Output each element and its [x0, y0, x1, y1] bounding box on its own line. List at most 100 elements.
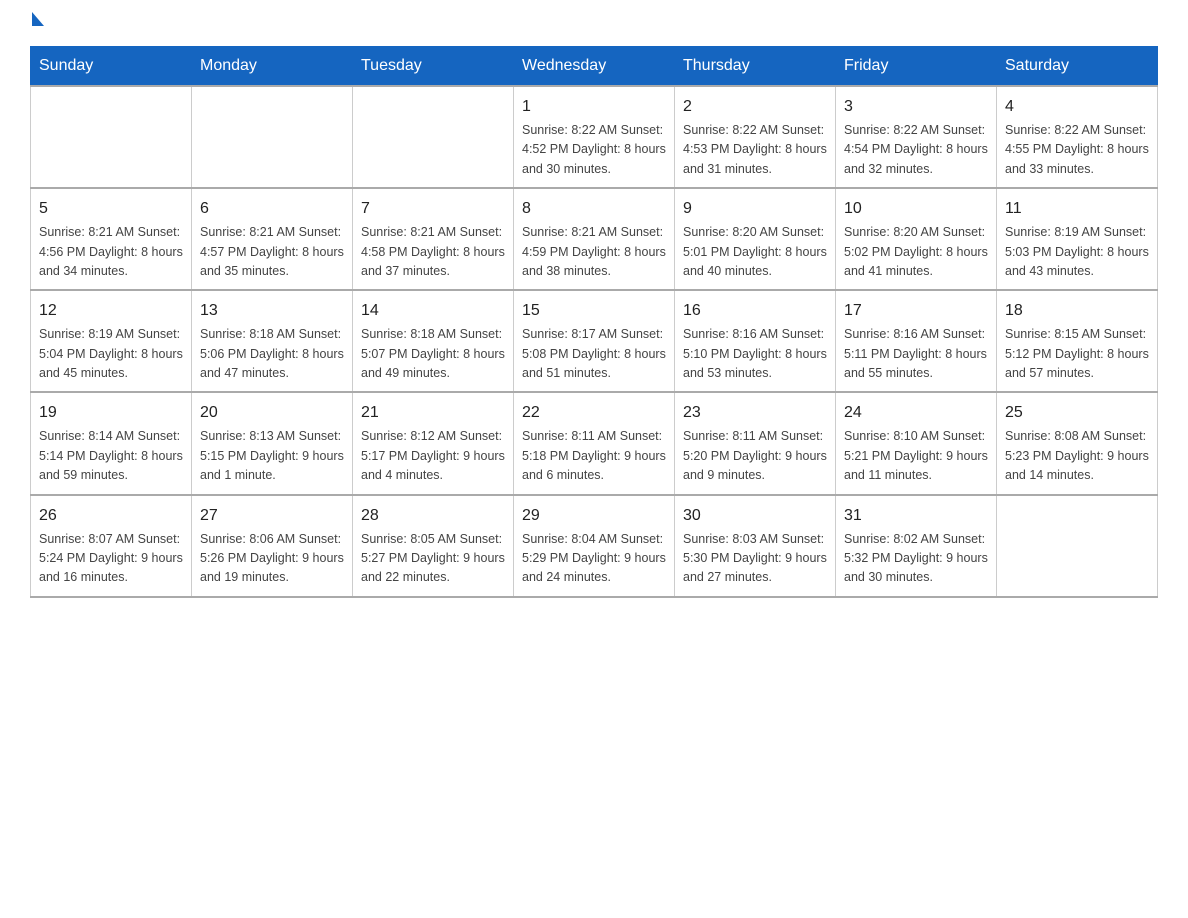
calendar-cell	[31, 86, 192, 188]
calendar-cell	[192, 86, 353, 188]
calendar-header-tuesday: Tuesday	[353, 47, 514, 87]
day-number: 4	[1005, 95, 1149, 119]
day-info: Sunrise: 8:18 AM Sunset: 5:07 PM Dayligh…	[361, 325, 505, 383]
day-info: Sunrise: 8:21 AM Sunset: 4:59 PM Dayligh…	[522, 223, 666, 281]
day-number: 30	[683, 504, 827, 528]
day-info: Sunrise: 8:20 AM Sunset: 5:01 PM Dayligh…	[683, 223, 827, 281]
day-number: 17	[844, 299, 988, 323]
day-number: 21	[361, 401, 505, 425]
day-number: 19	[39, 401, 183, 425]
calendar-cell: 25Sunrise: 8:08 AM Sunset: 5:23 PM Dayli…	[997, 392, 1158, 494]
calendar-week-row: 5Sunrise: 8:21 AM Sunset: 4:56 PM Daylig…	[31, 188, 1158, 290]
day-number: 6	[200, 197, 344, 221]
day-number: 29	[522, 504, 666, 528]
day-number: 13	[200, 299, 344, 323]
day-info: Sunrise: 8:07 AM Sunset: 5:24 PM Dayligh…	[39, 530, 183, 588]
day-info: Sunrise: 8:11 AM Sunset: 5:18 PM Dayligh…	[522, 427, 666, 485]
day-number: 8	[522, 197, 666, 221]
day-info: Sunrise: 8:05 AM Sunset: 5:27 PM Dayligh…	[361, 530, 505, 588]
day-number: 15	[522, 299, 666, 323]
day-info: Sunrise: 8:11 AM Sunset: 5:20 PM Dayligh…	[683, 427, 827, 485]
calendar-cell: 31Sunrise: 8:02 AM Sunset: 5:32 PM Dayli…	[836, 495, 997, 597]
calendar-cell: 24Sunrise: 8:10 AM Sunset: 5:21 PM Dayli…	[836, 392, 997, 494]
day-number: 11	[1005, 197, 1149, 221]
day-number: 28	[361, 504, 505, 528]
day-info: Sunrise: 8:14 AM Sunset: 5:14 PM Dayligh…	[39, 427, 183, 485]
calendar-cell	[997, 495, 1158, 597]
calendar-header-saturday: Saturday	[997, 47, 1158, 87]
calendar-cell	[353, 86, 514, 188]
day-number: 24	[844, 401, 988, 425]
day-number: 14	[361, 299, 505, 323]
day-info: Sunrise: 8:22 AM Sunset: 4:54 PM Dayligh…	[844, 121, 988, 179]
day-info: Sunrise: 8:16 AM Sunset: 5:11 PM Dayligh…	[844, 325, 988, 383]
day-number: 22	[522, 401, 666, 425]
calendar-cell: 18Sunrise: 8:15 AM Sunset: 5:12 PM Dayli…	[997, 290, 1158, 392]
calendar-cell: 8Sunrise: 8:21 AM Sunset: 4:59 PM Daylig…	[514, 188, 675, 290]
day-number: 16	[683, 299, 827, 323]
day-info: Sunrise: 8:19 AM Sunset: 5:04 PM Dayligh…	[39, 325, 183, 383]
logo-triangle-icon	[32, 12, 44, 26]
day-info: Sunrise: 8:10 AM Sunset: 5:21 PM Dayligh…	[844, 427, 988, 485]
calendar-cell: 13Sunrise: 8:18 AM Sunset: 5:06 PM Dayli…	[192, 290, 353, 392]
calendar-header-row: SundayMondayTuesdayWednesdayThursdayFrid…	[31, 47, 1158, 87]
calendar-table: SundayMondayTuesdayWednesdayThursdayFrid…	[30, 46, 1158, 598]
calendar-cell: 21Sunrise: 8:12 AM Sunset: 5:17 PM Dayli…	[353, 392, 514, 494]
calendar-cell: 15Sunrise: 8:17 AM Sunset: 5:08 PM Dayli…	[514, 290, 675, 392]
calendar-cell: 14Sunrise: 8:18 AM Sunset: 5:07 PM Dayli…	[353, 290, 514, 392]
day-info: Sunrise: 8:19 AM Sunset: 5:03 PM Dayligh…	[1005, 223, 1149, 281]
day-number: 1	[522, 95, 666, 119]
calendar-cell: 12Sunrise: 8:19 AM Sunset: 5:04 PM Dayli…	[31, 290, 192, 392]
calendar-cell: 29Sunrise: 8:04 AM Sunset: 5:29 PM Dayli…	[514, 495, 675, 597]
day-number: 10	[844, 197, 988, 221]
day-number: 2	[683, 95, 827, 119]
day-info: Sunrise: 8:04 AM Sunset: 5:29 PM Dayligh…	[522, 530, 666, 588]
day-number: 23	[683, 401, 827, 425]
calendar-cell: 10Sunrise: 8:20 AM Sunset: 5:02 PM Dayli…	[836, 188, 997, 290]
day-info: Sunrise: 8:22 AM Sunset: 4:55 PM Dayligh…	[1005, 121, 1149, 179]
calendar-header-thursday: Thursday	[675, 47, 836, 87]
day-info: Sunrise: 8:13 AM Sunset: 5:15 PM Dayligh…	[200, 427, 344, 485]
day-number: 7	[361, 197, 505, 221]
calendar-week-row: 19Sunrise: 8:14 AM Sunset: 5:14 PM Dayli…	[31, 392, 1158, 494]
day-number: 20	[200, 401, 344, 425]
day-info: Sunrise: 8:22 AM Sunset: 4:52 PM Dayligh…	[522, 121, 666, 179]
day-info: Sunrise: 8:16 AM Sunset: 5:10 PM Dayligh…	[683, 325, 827, 383]
calendar-cell: 19Sunrise: 8:14 AM Sunset: 5:14 PM Dayli…	[31, 392, 192, 494]
day-info: Sunrise: 8:22 AM Sunset: 4:53 PM Dayligh…	[683, 121, 827, 179]
day-number: 3	[844, 95, 988, 119]
calendar-cell: 20Sunrise: 8:13 AM Sunset: 5:15 PM Dayli…	[192, 392, 353, 494]
calendar-cell: 28Sunrise: 8:05 AM Sunset: 5:27 PM Dayli…	[353, 495, 514, 597]
day-info: Sunrise: 8:06 AM Sunset: 5:26 PM Dayligh…	[200, 530, 344, 588]
day-number: 12	[39, 299, 183, 323]
day-number: 18	[1005, 299, 1149, 323]
day-number: 25	[1005, 401, 1149, 425]
calendar-cell: 4Sunrise: 8:22 AM Sunset: 4:55 PM Daylig…	[997, 86, 1158, 188]
calendar-cell: 17Sunrise: 8:16 AM Sunset: 5:11 PM Dayli…	[836, 290, 997, 392]
day-info: Sunrise: 8:21 AM Sunset: 4:57 PM Dayligh…	[200, 223, 344, 281]
calendar-cell: 2Sunrise: 8:22 AM Sunset: 4:53 PM Daylig…	[675, 86, 836, 188]
day-info: Sunrise: 8:21 AM Sunset: 4:56 PM Dayligh…	[39, 223, 183, 281]
calendar-cell: 3Sunrise: 8:22 AM Sunset: 4:54 PM Daylig…	[836, 86, 997, 188]
day-number: 9	[683, 197, 827, 221]
day-info: Sunrise: 8:21 AM Sunset: 4:58 PM Dayligh…	[361, 223, 505, 281]
calendar-cell: 22Sunrise: 8:11 AM Sunset: 5:18 PM Dayli…	[514, 392, 675, 494]
calendar-cell: 7Sunrise: 8:21 AM Sunset: 4:58 PM Daylig…	[353, 188, 514, 290]
calendar-cell: 27Sunrise: 8:06 AM Sunset: 5:26 PM Dayli…	[192, 495, 353, 597]
day-number: 27	[200, 504, 344, 528]
calendar-week-row: 26Sunrise: 8:07 AM Sunset: 5:24 PM Dayli…	[31, 495, 1158, 597]
day-number: 5	[39, 197, 183, 221]
day-info: Sunrise: 8:20 AM Sunset: 5:02 PM Dayligh…	[844, 223, 988, 281]
calendar-cell: 23Sunrise: 8:11 AM Sunset: 5:20 PM Dayli…	[675, 392, 836, 494]
day-number: 31	[844, 504, 988, 528]
day-info: Sunrise: 8:18 AM Sunset: 5:06 PM Dayligh…	[200, 325, 344, 383]
calendar-cell: 30Sunrise: 8:03 AM Sunset: 5:30 PM Dayli…	[675, 495, 836, 597]
page-header	[30, 20, 1158, 26]
calendar-header-monday: Monday	[192, 47, 353, 87]
day-info: Sunrise: 8:12 AM Sunset: 5:17 PM Dayligh…	[361, 427, 505, 485]
calendar-header-wednesday: Wednesday	[514, 47, 675, 87]
day-info: Sunrise: 8:17 AM Sunset: 5:08 PM Dayligh…	[522, 325, 666, 383]
day-info: Sunrise: 8:08 AM Sunset: 5:23 PM Dayligh…	[1005, 427, 1149, 485]
calendar-cell: 26Sunrise: 8:07 AM Sunset: 5:24 PM Dayli…	[31, 495, 192, 597]
day-info: Sunrise: 8:15 AM Sunset: 5:12 PM Dayligh…	[1005, 325, 1149, 383]
